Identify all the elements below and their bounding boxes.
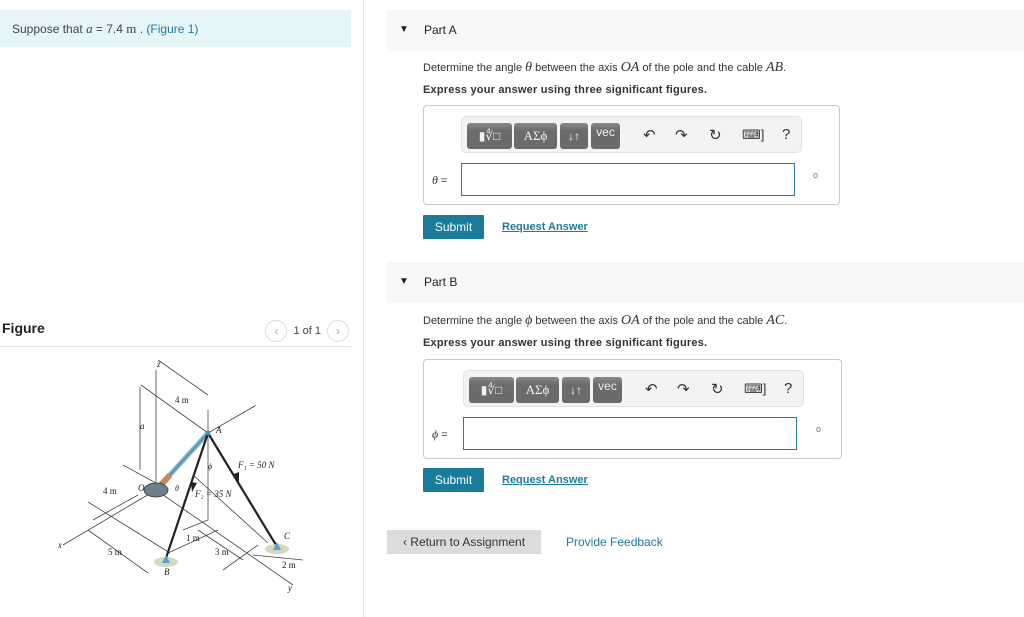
figure-link[interactable]: (Figure 1) bbox=[146, 22, 198, 36]
part-a-instruction: Express your answer using three signific… bbox=[423, 84, 708, 96]
vec-button[interactable]: vec bbox=[591, 123, 620, 149]
part-a-header[interactable]: ▼ Part A bbox=[387, 10, 1024, 51]
arrows-icon: ↓↑ bbox=[570, 383, 582, 397]
pager-count: 1 of 1 bbox=[293, 325, 321, 337]
undo-icon[interactable]: ↶ bbox=[645, 380, 658, 398]
redo-icon[interactable]: ↷ bbox=[675, 126, 688, 144]
arrows-button[interactable]: ↓↑ bbox=[560, 123, 588, 149]
math-toolbar: ▮∜□ ΑΣϕ ↓↑ vec ↶ ↷ ↻ ⌨] ? bbox=[461, 116, 802, 153]
math-toolbar: ▮∜□ ΑΣϕ ↓↑ vec ↶ ↷ ↻ ⌨] ? bbox=[463, 370, 804, 407]
x-axis-line bbox=[62, 489, 157, 546]
problem-intro: Suppose that a = 7.4 m . (Figure 1) bbox=[0, 10, 351, 47]
reset-icon[interactable]: ↻ bbox=[711, 380, 724, 398]
problem-figure: z x y a O A B C 4 m 4 m 5 m 1 m 3 m 2 m … bbox=[58, 359, 304, 593]
chevron-left-icon: ‹ bbox=[274, 324, 279, 338]
label-O: O bbox=[138, 483, 145, 493]
templates-icon: ▮∜□ bbox=[480, 383, 503, 397]
label-theta: θ bbox=[175, 484, 179, 493]
label-3m: 3 m bbox=[215, 547, 229, 557]
intro-value: = 7.4 bbox=[92, 22, 127, 36]
label-B: B bbox=[164, 567, 170, 577]
greek-icon: ΑΣϕ bbox=[525, 382, 550, 397]
undo-icon[interactable]: ↶ bbox=[643, 126, 656, 144]
part-b-submit-button[interactable]: Submit bbox=[423, 468, 484, 492]
label-x: x bbox=[58, 540, 62, 550]
vec-icon: vec bbox=[596, 125, 615, 139]
label-F2: F₂ = 35 N bbox=[194, 489, 232, 499]
label-A: A bbox=[215, 425, 222, 435]
part-a-submit-button[interactable]: Submit bbox=[423, 215, 484, 239]
intro-suffix: . bbox=[136, 22, 147, 36]
part-a-title: Part A bbox=[424, 23, 457, 37]
return-to-assignment-button[interactable]: ‹ Return to Assignment bbox=[387, 530, 541, 554]
part-b-header[interactable]: ▼ Part B bbox=[387, 262, 1024, 303]
help-icon[interactable]: ? bbox=[782, 126, 790, 143]
part-b-instruction: Express your answer using three signific… bbox=[423, 337, 708, 349]
label-z: z bbox=[156, 359, 161, 369]
label-F1: F₁ = 50 N bbox=[237, 460, 275, 470]
label-4m-left: 4 m bbox=[103, 486, 117, 496]
part-b-request-answer-link[interactable]: Request Answer bbox=[502, 474, 588, 486]
intro-text: Suppose that bbox=[12, 22, 87, 36]
arrows-icon: ↓↑ bbox=[568, 129, 580, 143]
templates-icon: ▮∜□ bbox=[478, 129, 501, 143]
figure-pager: ‹ 1 of 1 › bbox=[265, 320, 349, 342]
label-phi: ϕ bbox=[208, 462, 212, 471]
greek-icon: ΑΣϕ bbox=[523, 128, 548, 143]
theta-label: θ = bbox=[432, 173, 448, 187]
label-a: a bbox=[140, 421, 145, 431]
phi-answer-input[interactable] bbox=[463, 417, 797, 450]
part-a-answer-box: ▮∜□ ΑΣϕ ↓↑ vec ↶ ↷ ↻ ⌨] ? θ = o bbox=[423, 105, 840, 205]
prev-figure-button[interactable]: ‹ bbox=[265, 320, 288, 342]
label-y: y bbox=[287, 583, 292, 593]
vec-icon: vec bbox=[598, 379, 617, 393]
part-b-title: Part B bbox=[424, 275, 458, 289]
degree-unit: o bbox=[816, 424, 822, 434]
collapse-triangle-icon: ▼ bbox=[399, 276, 409, 287]
part-a-request-answer-link[interactable]: Request Answer bbox=[502, 221, 588, 233]
next-figure-button[interactable]: › bbox=[327, 320, 349, 342]
provide-feedback-link[interactable]: Provide Feedback bbox=[566, 535, 663, 549]
collapse-triangle-icon: ▼ bbox=[399, 24, 409, 35]
templates-button[interactable]: ▮∜□ bbox=[467, 123, 512, 149]
redo-icon[interactable]: ↷ bbox=[677, 380, 690, 398]
keyboard-icon[interactable]: ⌨] bbox=[742, 127, 764, 143]
label-4m-top: 4 m bbox=[175, 395, 189, 405]
keyboard-icon[interactable]: ⌨] bbox=[744, 381, 766, 397]
left-pane: Suppose that a = 7.4 m . (Figure 1) Figu… bbox=[0, 0, 364, 617]
reset-icon[interactable]: ↻ bbox=[709, 126, 722, 144]
label-1m: 1 m bbox=[186, 533, 200, 543]
chevron-right-icon: › bbox=[336, 324, 340, 338]
label-2m: 2 m bbox=[282, 560, 296, 570]
part-b-question: Determine the angle ϕ between the axis O… bbox=[423, 313, 788, 328]
greek-button[interactable]: ΑΣϕ bbox=[516, 377, 559, 403]
phi-label: ϕ = bbox=[432, 427, 448, 441]
greek-button[interactable]: ΑΣϕ bbox=[514, 123, 557, 149]
help-icon[interactable]: ? bbox=[784, 380, 792, 397]
arrows-button[interactable]: ↓↑ bbox=[562, 377, 590, 403]
part-a-question: Determine the angle θ between the axis O… bbox=[423, 60, 787, 75]
theta-answer-input[interactable] bbox=[461, 163, 795, 196]
figure-title: Figure bbox=[2, 320, 45, 336]
degree-unit: o bbox=[813, 170, 819, 180]
intro-unit: m bbox=[126, 21, 137, 36]
vec-button[interactable]: vec bbox=[593, 377, 622, 403]
label-C: C bbox=[284, 531, 291, 541]
figure-header: Figure ‹ 1 of 1 › bbox=[0, 316, 351, 347]
part-b-answer-box: ▮∜□ ΑΣϕ ↓↑ vec ↶ ↷ ↻ ⌨] ? ϕ = o bbox=[423, 359, 842, 459]
templates-button[interactable]: ▮∜□ bbox=[469, 377, 514, 403]
label-5m: 5 m bbox=[108, 547, 122, 557]
base-O bbox=[143, 482, 169, 498]
